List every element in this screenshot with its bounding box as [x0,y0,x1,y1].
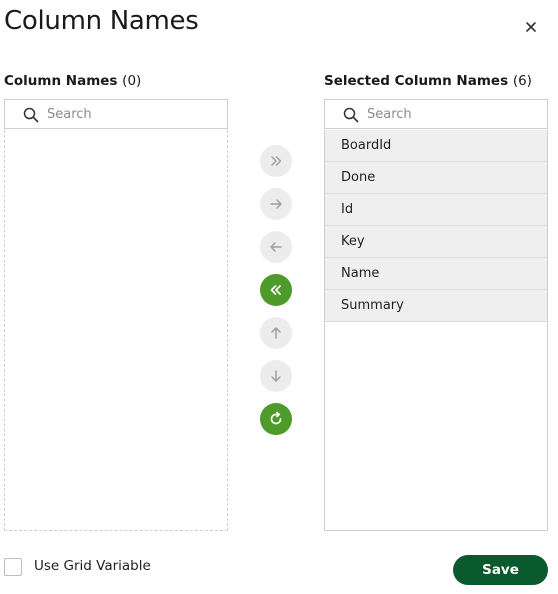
remove-all-button[interactable] [260,274,292,306]
available-search-input[interactable] [47,104,217,124]
use-grid-variable-checkbox[interactable] [4,558,22,576]
add-all-button[interactable] [260,145,292,177]
arrow-right-icon [270,199,282,209]
available-search-box [4,99,228,129]
search-icon [23,107,39,123]
selected-columns-count: (6) [512,73,532,89]
selected-search-input[interactable] [367,104,537,124]
move-up-button[interactable] [260,317,292,349]
available-columns-list[interactable] [4,130,228,531]
list-item[interactable]: Name [325,258,547,290]
arrow-up-icon [271,327,281,339]
list-item[interactable]: BoardId [325,130,547,162]
move-down-button[interactable] [260,360,292,392]
reset-button[interactable] [260,403,292,435]
selected-columns-label: Selected Column Names (6) [324,73,532,89]
save-button[interactable]: Save [453,555,548,585]
list-item[interactable]: Key [325,226,547,258]
dialog-title: Column Names [4,6,199,36]
add-selected-button[interactable] [260,188,292,220]
close-icon[interactable] [521,17,541,37]
double-chevron-left-icon [270,285,281,295]
available-columns-count: (0) [122,73,142,89]
remove-selected-button[interactable] [260,231,292,263]
search-icon [343,107,359,123]
arrow-down-icon [271,370,281,382]
list-item[interactable]: Done [325,162,547,194]
use-grid-variable-label: Use Grid Variable [34,558,151,574]
arrow-left-icon [270,242,282,252]
selected-columns-list: BoardId Done Id Key Name Summary [324,130,548,531]
double-chevron-right-icon [271,156,282,166]
list-item[interactable]: Id [325,194,547,226]
selected-search-box [324,99,548,129]
available-columns-label: Column Names (0) [4,73,141,89]
available-columns-title: Column Names [4,73,118,89]
refresh-icon [270,411,282,425]
list-item[interactable]: Summary [325,290,547,322]
selected-columns-title: Selected Column Names [324,73,509,89]
